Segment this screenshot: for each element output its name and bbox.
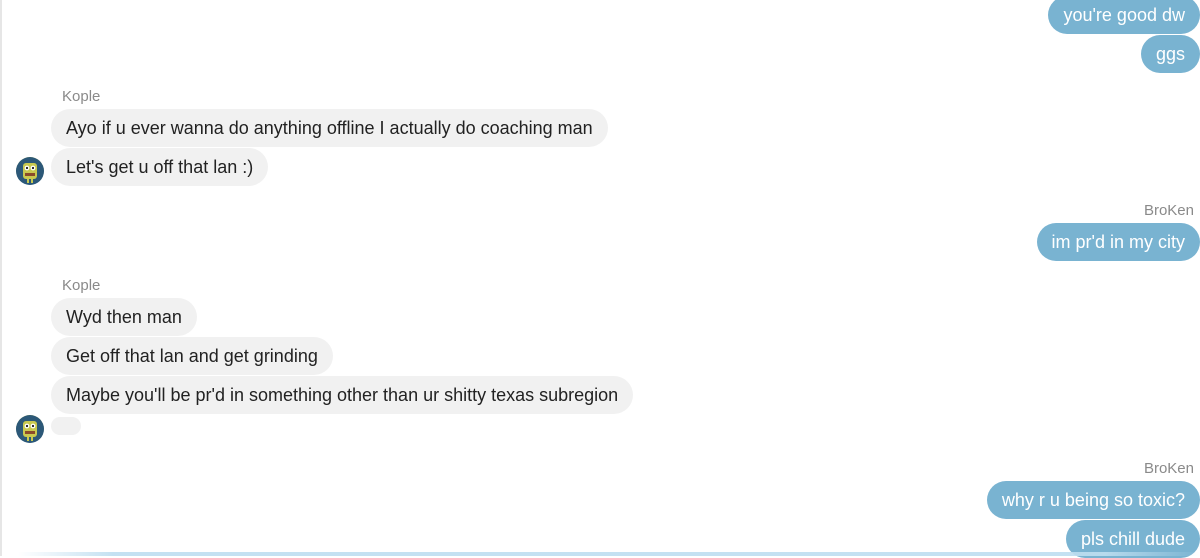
- avatar-graphic: [16, 157, 44, 185]
- message-bubble-incoming[interactable]: Ayo if u ever wanna do anything offline …: [51, 109, 608, 147]
- sender-name: BroKen: [1143, 202, 1194, 219]
- message-bubble-outgoing[interactable]: why r u being so toxic?: [986, 481, 1200, 519]
- typing-indicator-bubble: [51, 417, 81, 435]
- composer-edge-highlight: [18, 552, 1200, 556]
- message-bubble-outgoing[interactable]: you're good dw: [1048, 0, 1200, 34]
- message-bubble-outgoing[interactable]: ggs: [1140, 35, 1200, 73]
- avatar-graphic: [16, 415, 44, 443]
- message-bubble-incoming[interactable]: Get off that lan and get grinding: [51, 337, 333, 375]
- kople-avatar-icon[interactable]: [16, 415, 44, 443]
- message-bubble-incoming[interactable]: Let's get u off that lan :): [51, 148, 269, 186]
- message-bubble-incoming[interactable]: Wyd then man: [51, 298, 197, 336]
- kople-avatar-icon[interactable]: [16, 157, 44, 185]
- sender-name: Kople: [62, 88, 101, 105]
- sender-name: BroKen: [1143, 460, 1194, 477]
- sender-name: Kople: [62, 277, 101, 294]
- window-left-border: [0, 0, 2, 556]
- message-bubble-outgoing[interactable]: im pr'd in my city: [1036, 223, 1200, 261]
- message-bubble-incoming[interactable]: Maybe you'll be pr'd in something other …: [51, 376, 634, 414]
